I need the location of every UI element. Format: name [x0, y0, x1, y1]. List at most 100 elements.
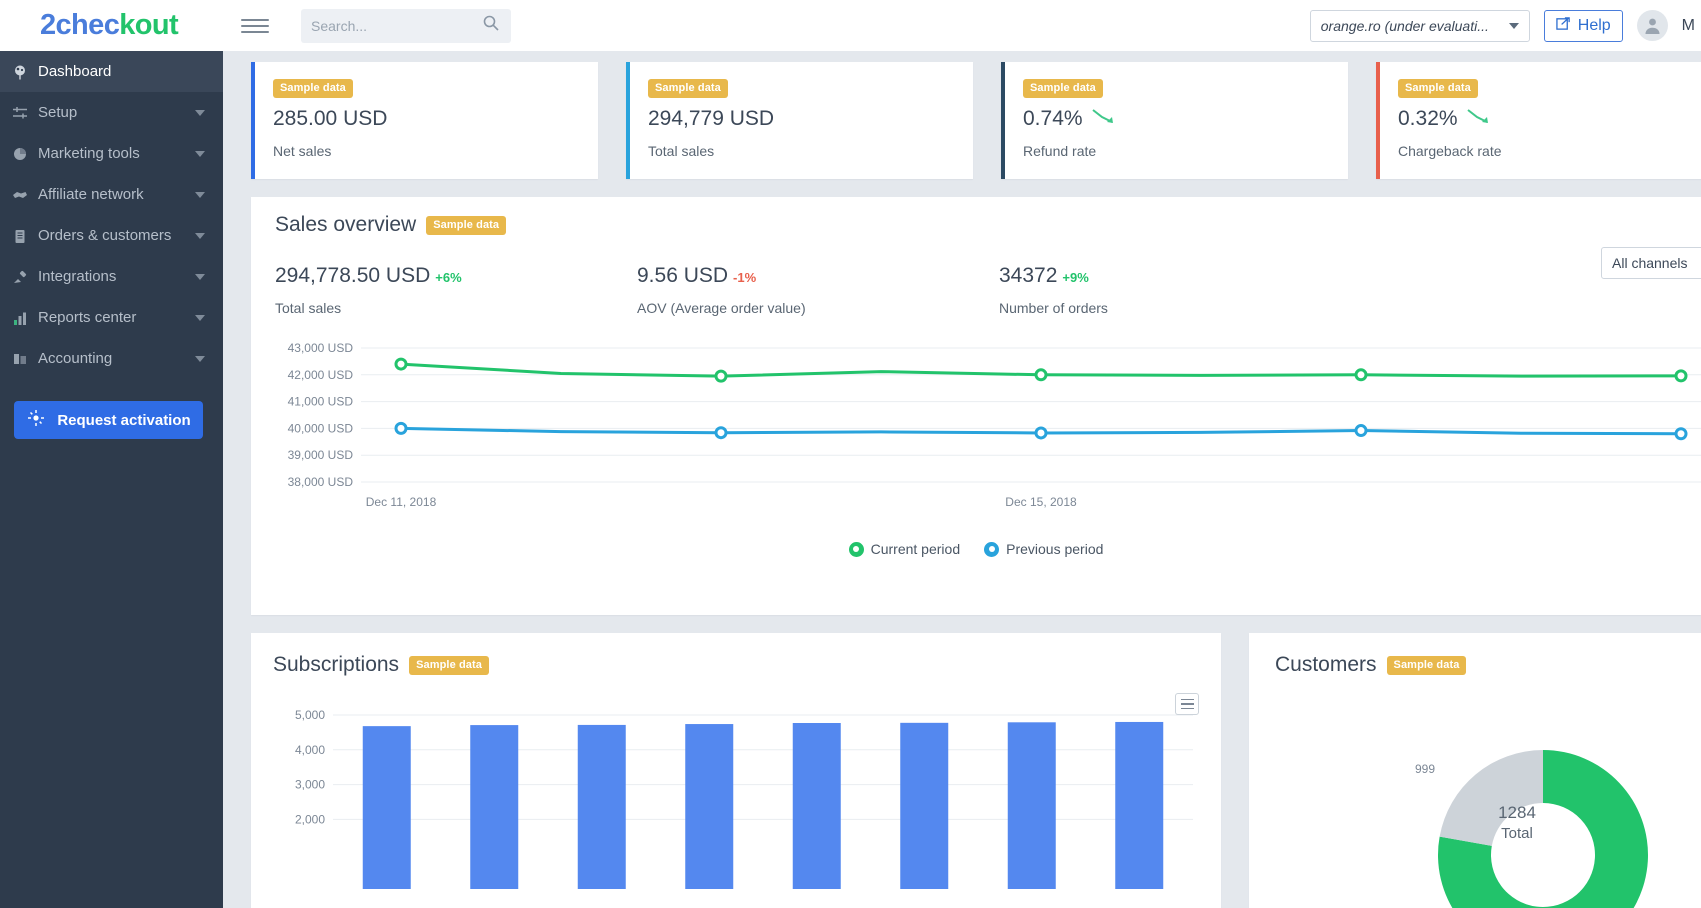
sidebar-item-affiliate-network[interactable]: Affiliate network [0, 174, 223, 215]
ledger-icon [12, 351, 38, 367]
status-badge: Sample data [409, 656, 489, 675]
logo-text-secondary: kout [119, 9, 178, 41]
kpi-label: Refund rate [1023, 143, 1348, 159]
menu-toggle-icon[interactable] [241, 19, 277, 33]
kpi-value: 0.74% [1023, 107, 1083, 131]
account-selector[interactable]: orange.ro (under evaluati... [1310, 10, 1530, 42]
legend-item-previous-period[interactable]: Previous period [984, 541, 1103, 557]
request-activation-label: Request activation [57, 412, 190, 429]
line-chart-svg: 38,000 USD39,000 USD40,000 USD41,000 USD… [251, 330, 1701, 530]
svg-text:999: 999 [1415, 762, 1435, 776]
subscriptions-title: Subscriptions [273, 653, 399, 677]
channel-filter-select[interactable]: All channels [1601, 247, 1701, 279]
sidebar-item-dashboard[interactable]: Dashboard [0, 51, 223, 92]
chevron-down-icon [195, 233, 205, 239]
svg-text:41,000 USD: 41,000 USD [288, 395, 354, 409]
chart-legend: Current period Previous period [251, 541, 1701, 557]
help-button-label: Help [1578, 17, 1611, 35]
metric-label: Number of orders [999, 300, 1361, 316]
metric-value: 9.56 USD [637, 264, 728, 287]
donut-center-label: 1284 Total [1457, 803, 1577, 842]
sales-metric-row: 294,778.50 USD+6% Total sales 9.56 USD-1… [275, 264, 1701, 316]
search-icon[interactable] [483, 15, 499, 36]
status-badge: Sample data [648, 79, 728, 98]
kpi-card-row: Sample data 285.00 USD Net sales Sample … [223, 51, 1701, 179]
donut-total-number: 1284 [1457, 803, 1577, 823]
sidebar-item-label: Orders & customers [38, 227, 195, 244]
status-badge: Sample data [1398, 79, 1478, 98]
sales-overview-title: Sales overview [275, 213, 416, 237]
down-arrow-icon [1091, 107, 1117, 131]
svg-text:40,000 USD: 40,000 USD [288, 421, 354, 435]
main-content: Sample data 285.00 USD Net sales Sample … [223, 51, 1701, 908]
legend-label: Previous period [1006, 541, 1103, 557]
legend-item-current-period[interactable]: Current period [849, 541, 961, 557]
sidebar-item-orders-customers[interactable]: Orders & customers [0, 215, 223, 256]
sidebar-item-marketing-tools[interactable]: Marketing tools [0, 133, 223, 174]
status-badge: Sample data [1387, 656, 1467, 675]
chart-menu-button[interactable] [1175, 693, 1199, 715]
customers-title: Customers [1275, 653, 1377, 677]
sidebar-item-integrations[interactable]: Integrations [0, 256, 223, 297]
chevron-down-icon [195, 151, 205, 157]
app-logo[interactable]: 2checkout [0, 9, 223, 42]
sidebar-item-label: Reports center [38, 309, 195, 326]
help-button[interactable]: Help [1544, 10, 1623, 42]
svg-text:43,000 USD: 43,000 USD [288, 341, 354, 355]
activation-wrapper: Request activation [0, 379, 223, 439]
svg-text:Dec 11, 2018: Dec 11, 2018 [366, 495, 437, 509]
external-link-icon [1556, 16, 1571, 36]
legend-color-swatch [849, 542, 864, 557]
avatar[interactable] [1637, 10, 1668, 41]
sliders-icon [12, 105, 38, 121]
status-badge: Sample data [426, 216, 506, 235]
chevron-down-icon [1509, 23, 1519, 29]
sidebar: Dashboard Setup Marketing tools Affiliat… [0, 51, 223, 908]
svg-text:2,000: 2,000 [295, 812, 325, 826]
sales-line-chart: 38,000 USD39,000 USD40,000 USD41,000 USD… [251, 330, 1701, 535]
chevron-down-icon [195, 110, 205, 116]
bar-chart-icon [12, 310, 38, 326]
customers-panel: Customers Sample data 999 1284 Total [1249, 633, 1701, 908]
clipboard-icon [12, 228, 38, 244]
svg-text:Dec 15, 2018: Dec 15, 2018 [1005, 495, 1077, 509]
customers-donut-chart-svg: 999 [1275, 685, 1701, 908]
metric-label: Total sales [275, 300, 637, 316]
sidebar-item-setup[interactable]: Setup [0, 92, 223, 133]
bottom-panel-row: Subscriptions Sample data 2,0003,0004,00… [223, 633, 1701, 908]
sidebar-item-reports-center[interactable]: Reports center [0, 297, 223, 338]
logo-text-primary: 2chec [40, 9, 119, 41]
top-bar: 2checkout orange.ro (under evaluati... H… [0, 0, 1701, 51]
search-input[interactable] [311, 18, 501, 34]
svg-text:38,000 USD: 38,000 USD [288, 475, 354, 489]
svg-text:5,000: 5,000 [295, 708, 325, 722]
svg-text:42,000 USD: 42,000 USD [288, 368, 354, 382]
sales-overview-panel: Sales overview Sample data 294,778.50 US… [251, 197, 1701, 615]
sidebar-item-accounting[interactable]: Accounting [0, 338, 223, 379]
kpi-card-net-sales: Sample data 285.00 USD Net sales [251, 62, 598, 179]
request-activation-button[interactable]: Request activation [14, 401, 203, 439]
subscriptions-panel: Subscriptions Sample data 2,0003,0004,00… [251, 633, 1221, 908]
panel-title-subscriptions: Subscriptions Sample data [273, 653, 1221, 677]
kpi-label: Net sales [273, 143, 598, 159]
legend-label: Current period [871, 541, 961, 557]
sidebar-item-label: Setup [38, 104, 195, 121]
status-badge: Sample data [1023, 79, 1103, 98]
metric-delta: +9% [1062, 270, 1088, 285]
channel-filter-label: All channels [1612, 255, 1688, 271]
metric-delta: +6% [435, 270, 461, 285]
search-box[interactable] [301, 9, 511, 43]
chevron-down-icon [195, 274, 205, 280]
kpi-value: 0.32% [1398, 107, 1458, 131]
plug-icon [12, 269, 38, 285]
handshake-icon [12, 187, 38, 203]
dashboard-gauge-icon [12, 64, 38, 80]
topbar-right-group: orange.ro (under evaluati... Help M [1310, 0, 1701, 51]
status-badge: Sample data [273, 79, 353, 98]
metric-number-of-orders: 34372+9% Number of orders [999, 264, 1361, 316]
sidebar-item-label: Affiliate network [38, 186, 195, 203]
panel-title-customers: Customers Sample data [1275, 653, 1701, 677]
down-arrow-icon [1466, 107, 1492, 131]
kpi-label: Chargeback rate [1398, 143, 1701, 159]
metric-total-sales: 294,778.50 USD+6% Total sales [275, 264, 637, 316]
